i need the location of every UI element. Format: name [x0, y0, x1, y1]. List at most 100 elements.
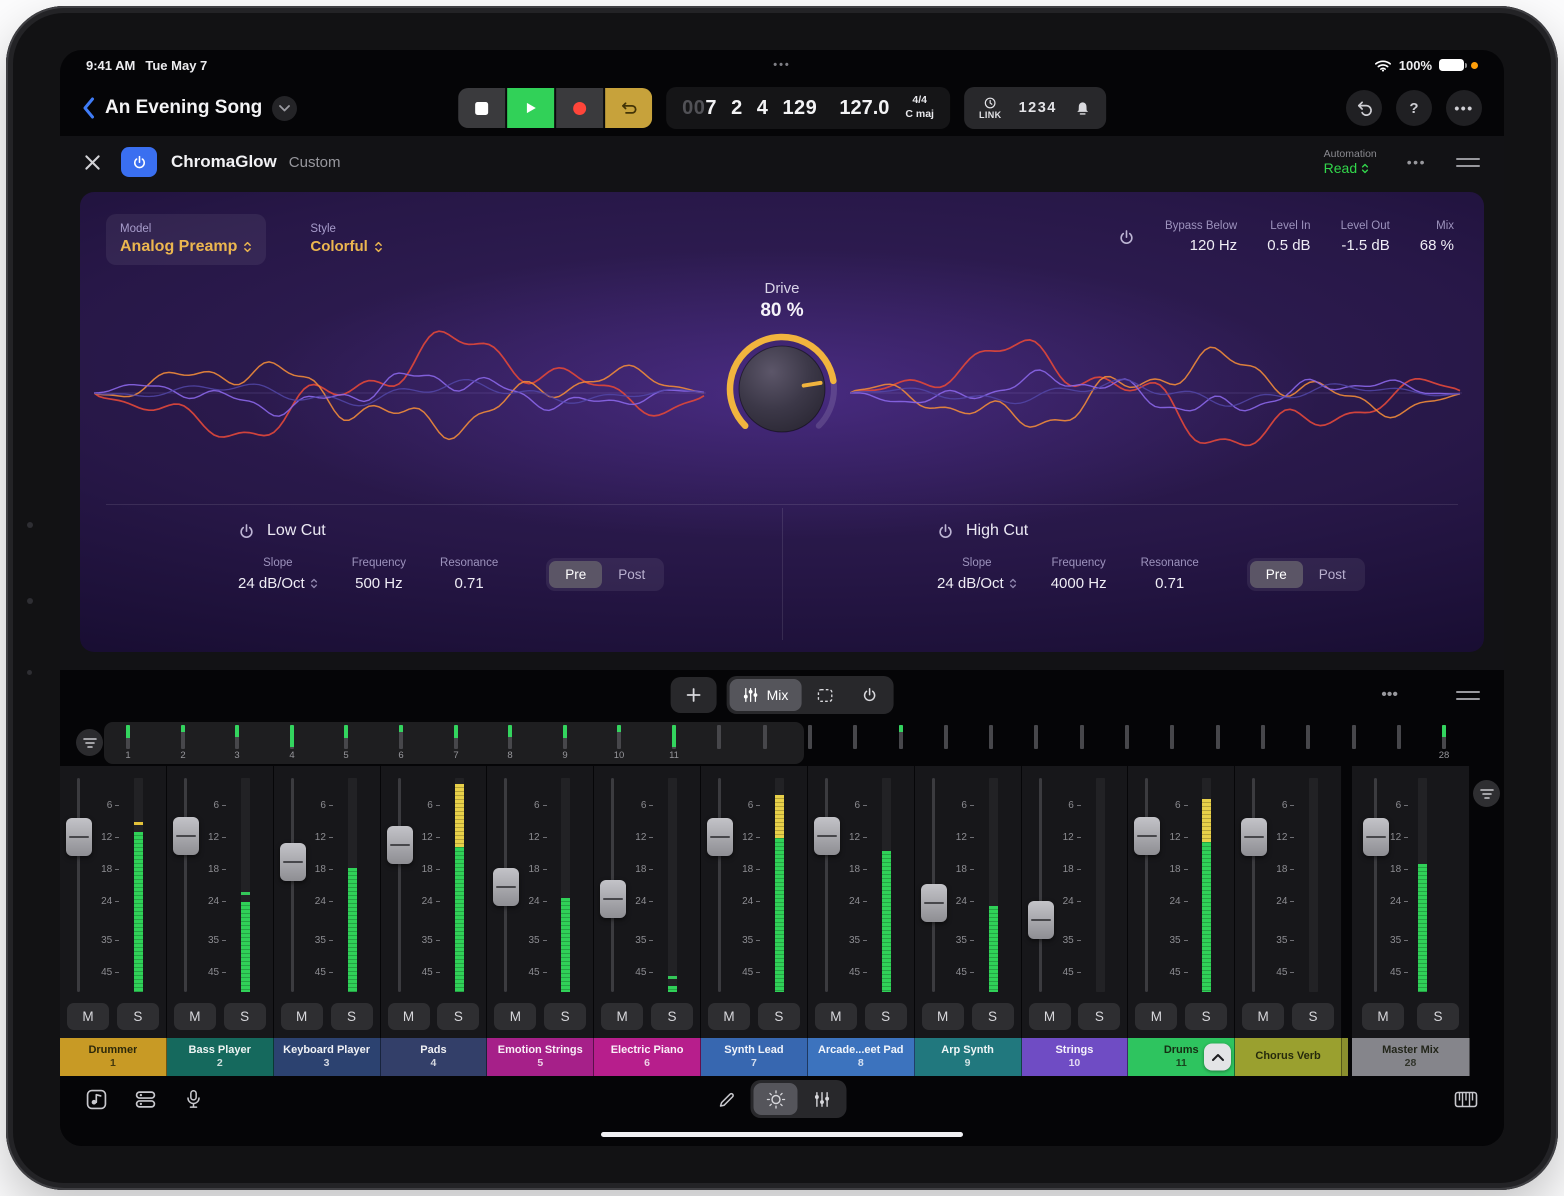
mute-button-strings[interactable]: M	[1029, 1003, 1071, 1030]
marquee-select-button[interactable]	[803, 679, 846, 711]
multitasking-dots[interactable]: •••	[773, 59, 791, 71]
stack-collapse-button[interactable]	[1204, 1044, 1231, 1071]
track-tab-arcade-eet-pad[interactable]: Arcade...eet Pad 8	[808, 1038, 915, 1076]
mute-button-arcade-eet-pad[interactable]: M	[815, 1003, 857, 1030]
level-out-param[interactable]: Level Out -1.5 dB	[1341, 220, 1390, 254]
solo-button-pads[interactable]: S	[437, 1003, 479, 1030]
record-button[interactable]	[556, 88, 603, 128]
solo-button-master-mix[interactable]: S	[1417, 1003, 1459, 1030]
model-selector[interactable]: Model Analog Preamp	[106, 214, 266, 265]
bypass-power-button[interactable]	[1118, 229, 1135, 246]
master-filter-button[interactable]	[1473, 780, 1500, 807]
mute-button-bass-player[interactable]: M	[174, 1003, 216, 1030]
audio-recorder-button[interactable]	[184, 1089, 203, 1110]
back-button[interactable]	[82, 97, 95, 119]
mute-button-master-mix[interactable]: M	[1362, 1003, 1404, 1030]
mute-button-drummer[interactable]: M	[67, 1003, 109, 1030]
mute-button-synth-lead[interactable]: M	[708, 1003, 750, 1030]
mixer-sliders-icon	[743, 687, 759, 703]
track-tab-synth-lead[interactable]: Synth Lead 7	[701, 1038, 808, 1076]
count-in-button[interactable]: 1234	[1019, 100, 1057, 116]
track-power-button[interactable]	[848, 679, 890, 711]
help-button[interactable]: ?	[1396, 90, 1432, 126]
overview-track-28: 28	[1438, 725, 1450, 761]
style-selector[interactable]: Style Colorful	[310, 214, 383, 255]
solo-button-electric-piano[interactable]: S	[651, 1003, 693, 1030]
mixer-more-button[interactable]: •••	[1381, 686, 1398, 704]
track-tab-chorus-verb[interactable]: Chorus Verb	[1235, 1038, 1342, 1076]
high-cut-frequency[interactable]: Frequency 4000 Hz	[1051, 557, 1107, 592]
drive-knob[interactable]	[719, 326, 845, 452]
mute-button-electric-piano[interactable]: M	[601, 1003, 643, 1030]
low-cut-post-button[interactable]: Post	[602, 561, 661, 588]
solo-button-chorus-verb[interactable]: S	[1292, 1003, 1334, 1030]
high-cut-post-button[interactable]: Post	[1303, 561, 1362, 588]
link-button[interactable]: LINK	[979, 97, 1002, 120]
high-cut-slope[interactable]: Slope 24 dB/Oct	[937, 557, 1017, 592]
plugin-more-button[interactable]: •••	[1407, 154, 1426, 170]
stop-button[interactable]	[458, 88, 505, 128]
song-menu-button[interactable]	[272, 96, 297, 121]
low-cut-pre-button[interactable]: Pre	[549, 561, 602, 588]
solo-button-synth-lead[interactable]: S	[758, 1003, 800, 1030]
play-button[interactable]	[507, 88, 554, 128]
solo-button-bass-player[interactable]: S	[224, 1003, 266, 1030]
smart-controls-button[interactable]	[754, 1083, 798, 1115]
mute-button-emotion-strings[interactable]: M	[494, 1003, 536, 1030]
edit-pencil-button[interactable]	[718, 1090, 737, 1109]
mute-button-arp-synth[interactable]: M	[922, 1003, 964, 1030]
track-tab-pads[interactable]: Pads 4	[381, 1038, 488, 1076]
solo-button-drums[interactable]: S	[1185, 1003, 1227, 1030]
time-signature-key: 4/4 C maj	[905, 94, 934, 121]
high-cut-pre-button[interactable]: Pre	[1250, 561, 1303, 588]
low-cut-slope[interactable]: Slope 24 dB/Oct	[238, 557, 318, 592]
preset-name[interactable]: Custom	[289, 154, 341, 171]
cycle-button[interactable]	[605, 88, 652, 128]
more-button[interactable]: •••	[1446, 90, 1482, 126]
high-cut-resonance[interactable]: Resonance 0.71	[1141, 557, 1199, 592]
solo-button-arp-synth[interactable]: S	[972, 1003, 1014, 1030]
home-indicator[interactable]	[601, 1132, 963, 1137]
solo-button-arcade-eet-pad[interactable]: S	[865, 1003, 907, 1030]
track-tab-drummer[interactable]: Drummer 1	[60, 1038, 167, 1076]
solo-button-drummer[interactable]: S	[117, 1003, 159, 1030]
track-tab-keyboard-player[interactable]: Keyboard Player 3	[274, 1038, 381, 1076]
plugin-resize-handle[interactable]	[1456, 158, 1480, 167]
bypass-below-param[interactable]: Bypass Below 120 Hz	[1165, 220, 1237, 254]
low-cut-frequency[interactable]: Frequency 500 Hz	[352, 557, 406, 592]
track-filter-button[interactable]	[76, 729, 103, 756]
track-tab-emotion-strings[interactable]: Emotion Strings 5	[487, 1038, 594, 1076]
track-tab-drums[interactable]: Drums 11	[1128, 1038, 1235, 1076]
low-cut-power-button[interactable]	[238, 523, 255, 540]
mix-param[interactable]: Mix 68 %	[1420, 220, 1454, 254]
db-scale: 61218243545	[381, 778, 440, 992]
automation-control[interactable]: Automation Read	[1324, 148, 1377, 176]
solo-button-emotion-strings[interactable]: S	[544, 1003, 586, 1030]
lcd-display[interactable]: 00 7 2 4 129 127.0 4/4 C maj	[666, 87, 950, 129]
high-cut-power-button[interactable]	[937, 523, 954, 540]
solo-button-keyboard-player[interactable]: S	[331, 1003, 373, 1030]
mix-view-button[interactable]: Mix	[730, 679, 802, 711]
track-tab-strings[interactable]: Strings 10	[1022, 1038, 1129, 1076]
metronome-bell-icon[interactable]	[1074, 100, 1091, 117]
mute-button-pads[interactable]: M	[388, 1003, 430, 1030]
undo-button[interactable]	[1346, 90, 1382, 126]
plugin-power-button[interactable]	[121, 147, 157, 177]
add-track-button[interactable]	[671, 677, 717, 713]
mute-button-drums[interactable]: M	[1135, 1003, 1177, 1030]
track-tab-master-mix[interactable]: Master Mix 28	[1352, 1038, 1470, 1076]
faders-view-button[interactable]	[800, 1083, 844, 1115]
browsers-button[interactable]	[135, 1089, 156, 1110]
track-tab-electric-piano[interactable]: Electric Piano 6	[594, 1038, 701, 1076]
solo-button-strings[interactable]: S	[1078, 1003, 1120, 1030]
close-plugin-button[interactable]	[84, 154, 101, 171]
mute-button-chorus-verb[interactable]: M	[1242, 1003, 1284, 1030]
mixer-resize-handle[interactable]	[1456, 691, 1480, 700]
low-cut-resonance[interactable]: Resonance 0.71	[440, 557, 498, 592]
mute-button-keyboard-player[interactable]: M	[281, 1003, 323, 1030]
level-in-param[interactable]: Level In 0.5 dB	[1267, 220, 1310, 254]
keyboard-button[interactable]	[1454, 1090, 1478, 1109]
track-tab-arp-synth[interactable]: Arp Synth 9	[915, 1038, 1022, 1076]
track-tab-bass-player[interactable]: Bass Player 2	[167, 1038, 274, 1076]
loop-browser-button[interactable]	[86, 1089, 107, 1110]
